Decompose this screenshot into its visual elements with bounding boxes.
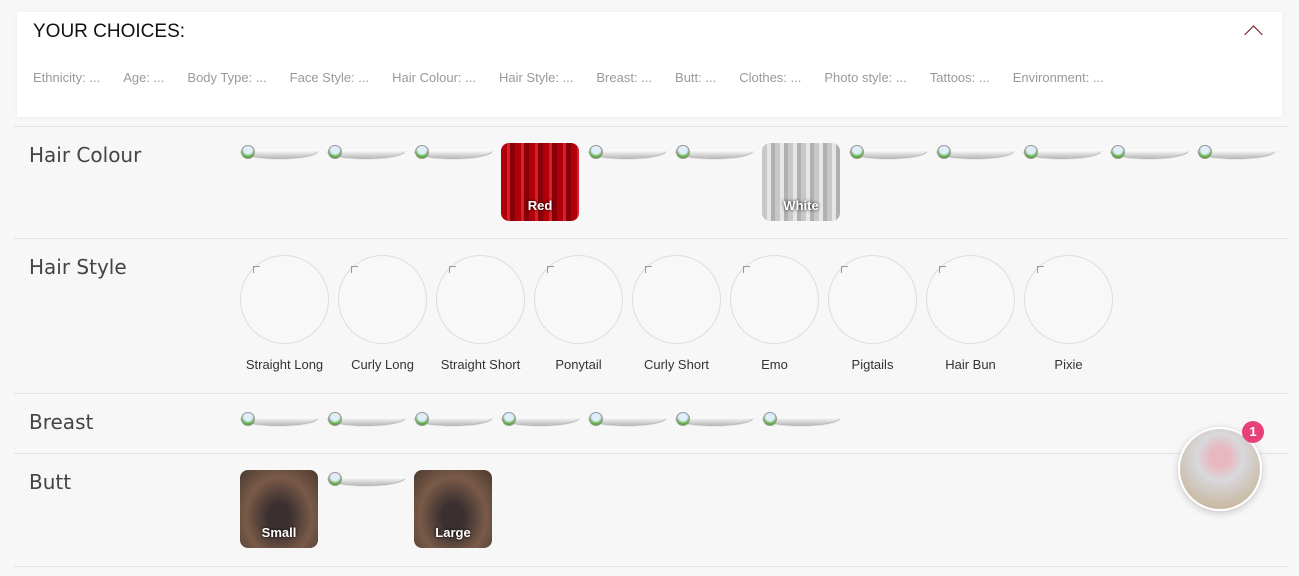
your-choices-panel: YOUR CHOICES: Ethnicity: ... Age: ... Body… [17,12,1282,117]
choice-summary-item[interactable]: Hair Style: ... [499,70,573,85]
notification-badge: 1 [1242,421,1264,443]
section-title: Breast [29,410,94,434]
option-small[interactable]: Small [240,470,318,548]
option-label: Red [527,198,553,213]
choice-summary-item[interactable]: Environment: ... [1013,70,1104,85]
choice-summary-item[interactable]: Body Type: ... [187,70,266,85]
hair-style-image [534,255,623,344]
choice-summary-item[interactable]: Butt: ... [675,70,716,85]
hair-style-option[interactable]: Pixie [1024,255,1113,372]
hair-style-option[interactable]: Straight Short [436,255,525,372]
option-broken-image[interactable] [1023,143,1101,169]
option-label: Curly Short [643,357,710,372]
hair-style-section: Hair Style Straight Long Curly Long Straig… [14,238,1288,394]
option-label: White [783,198,819,213]
option-broken-image[interactable] [414,410,492,436]
option-label: Emo [761,357,788,372]
hair-style-image [436,255,525,344]
choice-summary-item[interactable]: Ethnicity: ... [33,70,100,85]
hair-style-image [926,255,1015,344]
section-title: Hair Style [29,255,127,279]
hair-style-option[interactable]: Emo [730,255,819,372]
option-large[interactable]: Large [414,470,492,548]
option-label: Small [261,525,297,540]
hair-style-image [1024,255,1113,344]
hair-colour-section: Hair Colour Red White [14,126,1288,239]
hair-style-option[interactable]: Ponytail [534,255,623,372]
hair-style-image [730,255,819,344]
option-broken-image[interactable] [1197,143,1275,169]
option-white[interactable]: White [762,143,840,221]
option-broken-image[interactable] [327,143,405,169]
hair-style-option[interactable]: Curly Long [338,255,427,372]
section-title: Butt [29,470,72,494]
choice-summary-item[interactable]: Clothes: ... [739,70,801,85]
hair-style-image [338,255,427,344]
hair-style-image [632,255,721,344]
breast-section: Breast [14,393,1288,454]
option-broken-image[interactable] [414,143,492,169]
option-label: Straight Long [245,357,324,372]
butt-section: Butt Small Large [14,453,1288,567]
option-label: Straight Short [440,357,521,372]
option-broken-image[interactable] [675,410,753,436]
choice-summary-item[interactable]: Face Style: ... [290,70,369,85]
option-broken-image[interactable] [501,410,579,436]
hair-style-option[interactable]: Hair Bun [926,255,1015,372]
option-broken-image[interactable] [849,143,927,169]
option-label: Large [435,525,471,540]
option-broken-image[interactable] [675,143,753,169]
option-label: Hair Bun [945,357,996,372]
hair-style-option[interactable]: Pigtails [828,255,917,372]
hair-style-image [240,255,329,344]
hair-style-image [828,255,917,344]
choice-summary-item[interactable]: Hair Colour: ... [392,70,476,85]
chevron-up-icon[interactable] [1244,25,1263,44]
choice-summary-item[interactable]: Tattoos: ... [930,70,990,85]
choice-summary-item[interactable]: Photo style: ... [824,70,906,85]
choice-summary-item[interactable]: Age: ... [123,70,164,85]
option-red[interactable]: Red [501,143,579,221]
option-broken-image[interactable] [936,143,1014,169]
option-broken-image[interactable] [588,143,666,169]
option-label: Pigtails [851,357,894,372]
choice-summary-item[interactable]: Breast: ... [596,70,652,85]
section-title: Hair Colour [29,143,142,167]
option-broken-image[interactable] [327,470,405,496]
hair-style-option[interactable]: Straight Long [240,255,329,372]
option-broken-image[interactable] [327,410,405,436]
option-broken-image[interactable] [240,410,318,436]
option-broken-image[interactable] [1110,143,1188,169]
hair-style-option[interactable]: Curly Short [632,255,721,372]
option-broken-image[interactable] [588,410,666,436]
option-label: Pixie [1054,357,1083,372]
option-broken-image[interactable] [762,410,840,436]
option-label: Ponytail [555,357,602,372]
choices-summary: Ethnicity: ... Age: ... Body Type: ... Face… [33,70,1104,85]
option-label: Curly Long [351,357,414,372]
choices-title: YOUR CHOICES: [33,21,186,42]
option-broken-image[interactable] [240,143,318,169]
